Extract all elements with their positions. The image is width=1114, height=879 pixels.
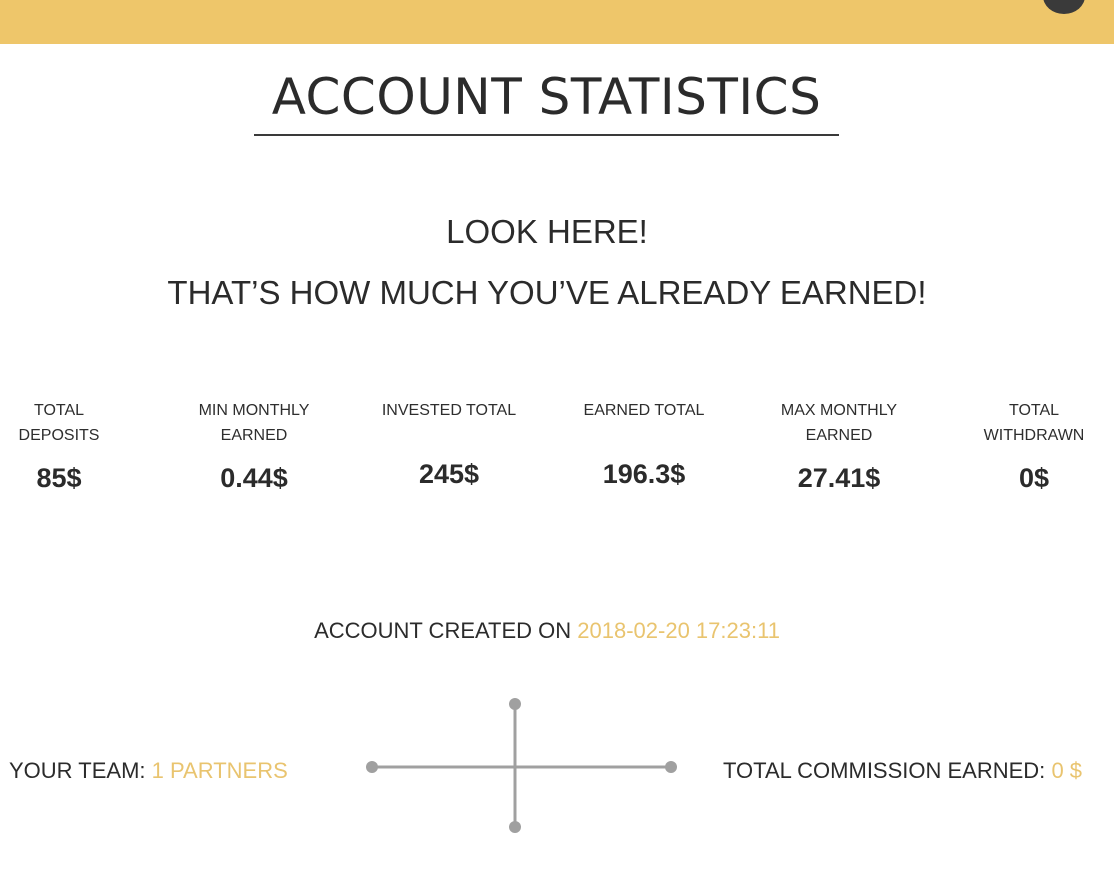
stat-label-line1: EARNED TOTAL bbox=[583, 402, 705, 419]
account-created-date: 2018-02-20 17:23:11 bbox=[577, 618, 780, 643]
stat-max-monthly-earned: MAX MONTHLY EARNED 27.41$ bbox=[759, 398, 919, 508]
stat-label: MIN MONTHLY EARNED bbox=[174, 398, 334, 448]
commission-label: TOTAL COMMISSION EARNED: bbox=[723, 758, 1046, 783]
stat-label-line1: MIN MONTHLY bbox=[198, 402, 310, 419]
account-created-label: ACCOUNT CREATED ON bbox=[314, 618, 572, 643]
stat-label: TOTAL WITHDRAWN bbox=[954, 398, 1114, 448]
headline-earned: THAT’S HOW MUCH YOU’VE ALREADY EARNED! bbox=[167, 274, 927, 311]
stat-label-line1: TOTAL bbox=[33, 402, 85, 419]
stat-value: 245$ bbox=[418, 459, 480, 489]
stat-label-line2: DEPOSITS bbox=[18, 427, 100, 444]
commission-value: 0 $ bbox=[1051, 758, 1083, 783]
stat-label: EARNED TOTAL bbox=[564, 398, 724, 448]
team-info: YOUR TEAM: 1 PARTNERS bbox=[9, 754, 288, 788]
commission-info: TOTAL COMMISSION EARNED: 0 $ bbox=[723, 754, 1082, 788]
stat-total-withdrawn: TOTAL WITHDRAWN 0$ bbox=[954, 398, 1114, 508]
stat-label-line1: TOTAL bbox=[1008, 402, 1060, 419]
top-bar bbox=[0, 0, 1114, 44]
account-created: ACCOUNT CREATED ON 2018-02-20 17:23:11 bbox=[0, 614, 1094, 648]
stat-value: 196.3$ bbox=[602, 459, 686, 489]
headline-look-here: LOOK HERE! bbox=[446, 213, 648, 250]
stat-earned-total: EARNED TOTAL 196.3$ bbox=[564, 398, 724, 504]
connector-dot-bottom bbox=[509, 821, 521, 833]
stat-min-monthly-earned: MIN MONTHLY EARNED 0.44$ bbox=[174, 398, 334, 508]
stat-value: 0$ bbox=[1018, 463, 1050, 493]
stat-label-line1: MAX MONTHLY bbox=[780, 402, 898, 419]
team-label: YOUR TEAM: bbox=[9, 758, 146, 783]
stat-label-line2: WITHDRAWN bbox=[983, 427, 1085, 444]
connector-dot-top bbox=[509, 698, 521, 710]
stat-total-deposits: TOTAL DEPOSITS 85$ bbox=[0, 398, 139, 508]
user-avatar-icon[interactable] bbox=[1043, 0, 1085, 14]
stat-label-line2: EARNED bbox=[220, 427, 288, 444]
connector-dot-left bbox=[366, 761, 378, 773]
stat-label-line1: INVESTED TOTAL bbox=[381, 402, 517, 419]
connector-dot-right bbox=[665, 761, 677, 773]
stat-invested-total: INVESTED TOTAL 245$ bbox=[369, 398, 529, 504]
stat-value: 85$ bbox=[36, 463, 82, 493]
team-partners-count: 1 PARTNERS bbox=[151, 758, 288, 783]
stat-value: 27.41$ bbox=[797, 463, 881, 493]
stat-label: MAX MONTHLY EARNED bbox=[759, 398, 919, 448]
page-title: ACCOUNT STATISTICS bbox=[254, 64, 839, 136]
stat-label-line2: EARNED bbox=[805, 427, 873, 444]
team-connector-icon bbox=[366, 698, 677, 833]
stat-label: TOTAL DEPOSITS bbox=[0, 398, 139, 448]
stat-value: 0.44$ bbox=[220, 463, 288, 493]
stat-label: INVESTED TOTAL bbox=[369, 398, 529, 448]
